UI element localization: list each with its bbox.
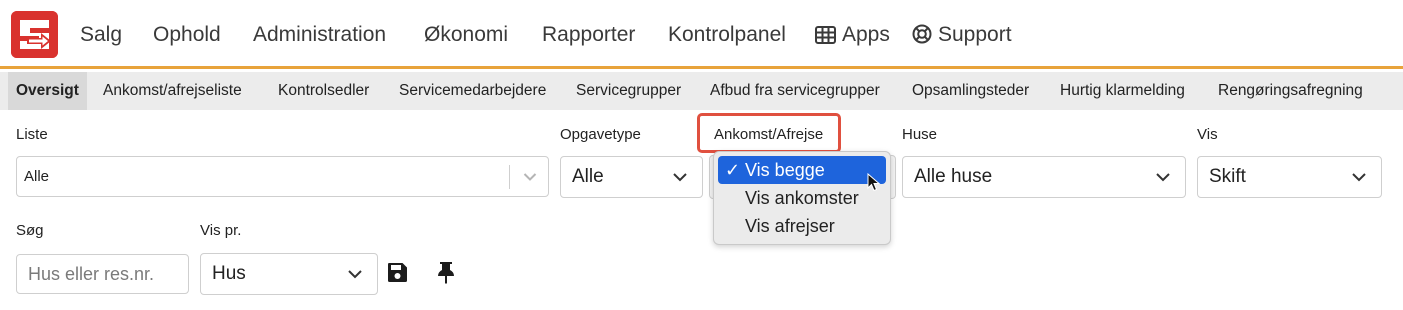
tab-oversigt-label: Oversigt — [16, 82, 79, 99]
grid-icon — [815, 25, 836, 51]
option-vis-afrejser-label: Vis afrejser — [745, 216, 835, 236]
option-vis-ankomster[interactable]: Vis ankomster — [718, 184, 886, 212]
opgavetype-label: Opgavetype — [560, 126, 641, 143]
tab-afbud-fra-servicegrupper[interactable]: Afbud fra servicegrupper — [710, 72, 880, 110]
sub-navbar: Oversigt Ankomst/afrejseliste Kontrolsed… — [0, 72, 1403, 110]
app-logo[interactable] — [11, 11, 58, 58]
vis-label: Vis — [1197, 126, 1218, 143]
option-vis-ankomster-label: Vis ankomster — [745, 188, 859, 208]
tab-opsamlingsteder-label: Opsamlingsteder — [912, 82, 1030, 99]
option-vis-afrejser[interactable]: Vis afrejser — [718, 212, 886, 240]
tab-hurtig-klarmelding-label: Hurtig klarmelding — [1060, 82, 1185, 99]
nav-ophold-label: Ophold — [153, 23, 221, 46]
tab-servicemedarbejdere-label: Servicemedarbejdere — [399, 82, 547, 99]
tab-opsamlingsteder[interactable]: Opsamlingsteder — [912, 72, 1029, 110]
nav-kontrolpanel[interactable]: Kontrolpanel — [668, 22, 786, 48]
lifebuoy-icon — [912, 24, 932, 51]
option-vis-begge-label: Vis begge — [745, 160, 825, 180]
check-icon: ✓ — [725, 160, 741, 180]
pin-icon[interactable] — [437, 261, 455, 284]
tab-hurtig-klarmelding[interactable]: Hurtig klarmelding — [1060, 72, 1185, 110]
tab-oversigt[interactable]: Oversigt — [8, 72, 87, 110]
tab-kontrolsedler-label: Kontrolsedler — [278, 82, 370, 99]
ankomst-afrejse-label: Ankomst/Afrejse — [714, 126, 824, 143]
search-input[interactable]: Hus eller res.nr. — [16, 254, 189, 294]
chevron-down-icon — [1156, 173, 1170, 182]
tab-kontrolsedler[interactable]: Kontrolsedler — [278, 72, 369, 110]
top-navbar: Salg Ophold Administration Økonomi Rappo… — [0, 0, 1403, 69]
vis-pr-select[interactable]: Hus — [200, 253, 378, 295]
nav-apps-label: Apps — [842, 23, 890, 46]
liste-select[interactable]: Alle — [16, 156, 549, 197]
nav-support[interactable]: Support — [912, 22, 1012, 51]
tab-afbud-fra-servicegrupper-label: Afbud fra servicegrupper — [710, 82, 880, 99]
save-icon[interactable] — [387, 262, 408, 283]
chevron-down-icon — [1352, 173, 1366, 182]
option-vis-begge[interactable]: ✓ Vis begge — [718, 156, 886, 184]
vis-select[interactable]: Skift — [1197, 156, 1382, 198]
liste-separator — [509, 165, 510, 189]
tab-servicemedarbejdere[interactable]: Servicemedarbejdere — [399, 72, 546, 110]
opgavetype-value: Alle — [572, 166, 604, 187]
search-placeholder: Hus eller res.nr. — [28, 264, 155, 284]
vis-pr-value: Hus — [212, 263, 246, 284]
liste-value: Alle — [24, 168, 50, 185]
chevron-down-icon — [348, 270, 362, 279]
chevron-down-icon — [673, 173, 687, 182]
nav-salg[interactable]: Salg — [80, 22, 122, 48]
tab-ankomst-afrejseliste-label: Ankomst/afrejseliste — [103, 82, 242, 99]
chevron-down-icon — [523, 173, 537, 181]
nav-okonomi-label: Økonomi — [424, 23, 509, 46]
nav-rapporter-label: Rapporter — [542, 23, 636, 46]
tab-rengoringsafregning-label: Rengøringsafregning — [1218, 82, 1363, 99]
nav-support-label: Support — [938, 23, 1012, 46]
opgavetype-select[interactable]: Alle — [560, 156, 703, 198]
huse-label: Huse — [902, 126, 938, 143]
nav-rapporter[interactable]: Rapporter — [542, 22, 635, 48]
tab-rengoringsafregning[interactable]: Rengøringsafregning — [1218, 72, 1363, 110]
vis-value: Skift — [1209, 166, 1246, 187]
tab-servicegrupper[interactable]: Servicegrupper — [576, 72, 681, 110]
nav-kontrolpanel-label: Kontrolpanel — [668, 23, 786, 46]
liste-label: Liste — [16, 126, 48, 143]
tab-ankomst-afrejseliste[interactable]: Ankomst/afrejseliste — [103, 72, 242, 110]
logo-icon — [11, 11, 58, 58]
nav-administration[interactable]: Administration — [253, 22, 386, 48]
sog-label: Søg — [16, 222, 44, 239]
vis-pr-label: Vis pr. — [200, 222, 242, 239]
nav-salg-label: Salg — [80, 23, 123, 46]
nav-administration-label: Administration — [253, 23, 387, 46]
huse-value: Alle huse — [914, 166, 993, 187]
huse-select[interactable]: Alle huse — [902, 156, 1186, 198]
mouse-cursor-icon — [867, 173, 881, 192]
ankomst-afrejse-dropdown: ✓ Vis begge Vis ankomster Vis afrejser — [713, 151, 891, 245]
nav-ophold[interactable]: Ophold — [153, 22, 221, 48]
nav-apps[interactable]: Apps — [815, 22, 890, 51]
tab-servicegrupper-label: Servicegrupper — [576, 82, 682, 99]
nav-okonomi[interactable]: Økonomi — [424, 22, 508, 48]
